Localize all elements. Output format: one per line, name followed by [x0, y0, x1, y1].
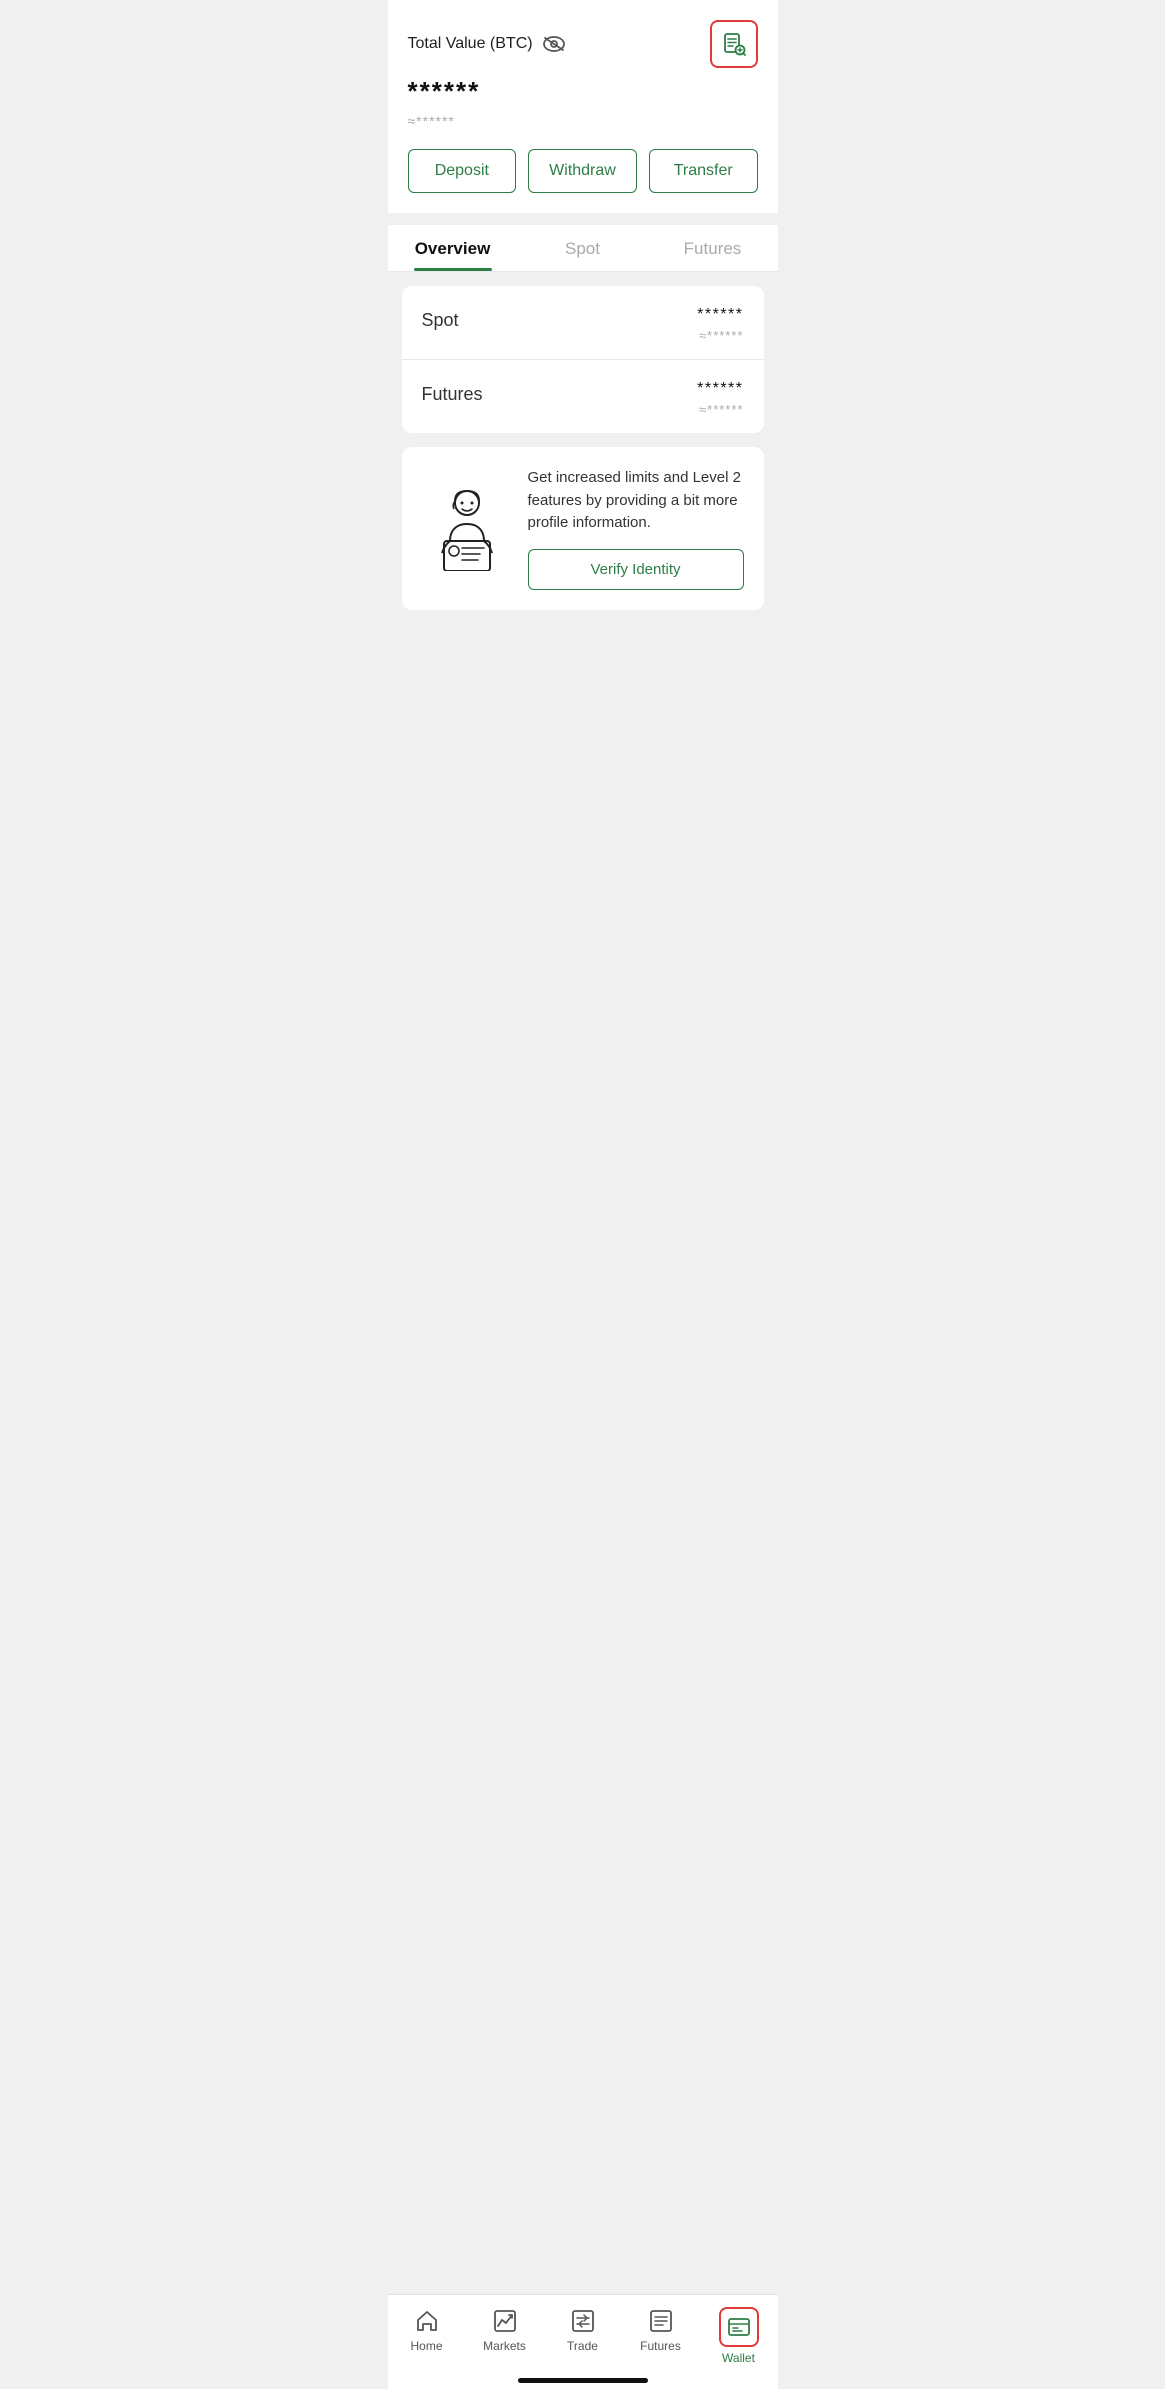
nav-item-trade[interactable]: Trade — [544, 2303, 622, 2369]
markets-icon — [491, 2307, 519, 2335]
futures-value-main: ****** — [697, 380, 743, 398]
home-icon — [413, 2307, 441, 2335]
transfer-button[interactable]: Transfer — [649, 149, 758, 193]
futures-values: ****** ≈****** — [697, 380, 743, 417]
total-value-row: Total Value (BTC) — [408, 20, 758, 68]
balance-masked: ****** — [408, 76, 758, 107]
wallet-icon-wrapper — [719, 2307, 759, 2347]
total-value-label: Total Value (BTC) — [408, 35, 533, 53]
bottom-nav: Home Markets Trade — [388, 2294, 778, 2389]
spot-value-main: ****** — [697, 306, 743, 324]
nav-label-home: Home — [410, 2339, 442, 2353]
nav-item-futures[interactable]: Futures — [622, 2303, 700, 2369]
tab-spot[interactable]: Spot — [518, 225, 648, 271]
verify-card: Get increased limits and Level 2 feature… — [402, 447, 764, 610]
nav-label-futures: Futures — [640, 2339, 681, 2353]
withdraw-button[interactable]: Withdraw — [528, 149, 637, 193]
spot-label: Spot — [422, 306, 459, 331]
futures-value-approx: ≈****** — [697, 402, 743, 417]
report-icon-button[interactable] — [710, 20, 758, 68]
spot-value-approx: ≈****** — [697, 328, 743, 343]
verify-content: Get increased limits and Level 2 feature… — [528, 467, 744, 590]
total-value-label-group: Total Value (BTC) — [408, 33, 565, 55]
verify-illustration — [422, 481, 512, 576]
wallet-icon — [725, 2313, 753, 2341]
verify-text: Get increased limits and Level 2 feature… — [528, 467, 744, 535]
nav-label-trade: Trade — [567, 2339, 598, 2353]
futures-nav-icon — [647, 2307, 675, 2335]
nav-item-wallet[interactable]: Wallet — [700, 2303, 778, 2369]
header-area: Total Value (BTC) ****** ≈ — [388, 0, 778, 213]
nav-label-markets: Markets — [483, 2339, 526, 2353]
main-content: Spot ****** ≈****** Futures ****** ≈****… — [388, 272, 778, 728]
verify-identity-button[interactable]: Verify Identity — [528, 549, 744, 590]
tabs-row: Overview Spot Futures — [388, 225, 778, 272]
tab-overview[interactable]: Overview — [388, 225, 518, 271]
spot-row: Spot ****** ≈****** — [402, 286, 764, 359]
nav-item-markets[interactable]: Markets — [466, 2303, 544, 2369]
overview-card: Spot ****** ≈****** Futures ****** ≈****… — [402, 286, 764, 433]
tab-futures[interactable]: Futures — [648, 225, 778, 271]
futures-label: Futures — [422, 380, 483, 405]
hide-balance-icon[interactable] — [543, 33, 565, 55]
home-indicator — [518, 2378, 648, 2383]
deposit-button[interactable]: Deposit — [408, 149, 517, 193]
nav-item-home[interactable]: Home — [388, 2303, 466, 2369]
nav-label-wallet: Wallet — [722, 2351, 755, 2365]
futures-row: Futures ****** ≈****** — [402, 359, 764, 433]
balance-approx: ≈****** — [408, 113, 758, 129]
trade-icon — [569, 2307, 597, 2335]
action-buttons: Deposit Withdraw Transfer — [408, 149, 758, 197]
spot-values: ****** ≈****** — [697, 306, 743, 343]
